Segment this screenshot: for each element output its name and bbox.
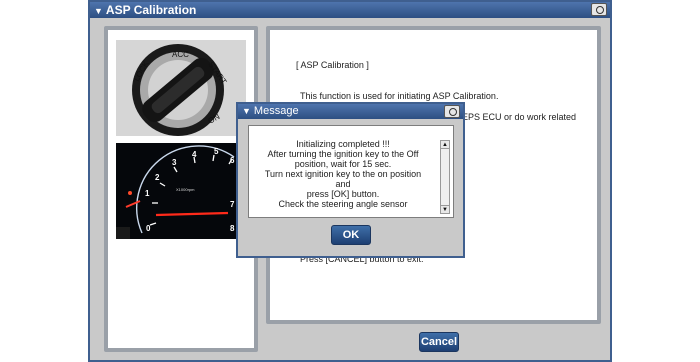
window-titlebar[interactable]: ▼ ASP Calibration (90, 2, 610, 18)
dialog-title: Message (253, 105, 299, 117)
ok-button[interactable]: OK (331, 225, 371, 245)
scroll-up-icon[interactable]: ▲ (441, 141, 449, 149)
message-line: Check the steering angle sensor (278, 199, 408, 209)
dialog-restore-icon[interactable] (444, 105, 460, 118)
gauge-label-7: 7 (230, 200, 235, 209)
message-dialog: ▼ Message Initializing completed !!! Afte… (236, 102, 465, 258)
window-title: ASP Calibration (105, 3, 197, 17)
window-restore-icon[interactable] (591, 3, 607, 16)
gauge-unit-label: X1000rpm (176, 187, 195, 192)
scroll-down-icon[interactable]: ▼ (441, 205, 449, 213)
instructions-line-1: This function is used for initiating ASP… (300, 91, 499, 101)
message-text-box[interactable]: Initializing completed !!! After turning… (248, 125, 454, 218)
image-panel: LOCK ACC START ON 1 2 3 4 5 6 7 8 0 X100… (104, 26, 258, 352)
gauge-label-4: 4 (192, 150, 197, 159)
gauge-label-6: 6 (230, 156, 235, 165)
ignition-switch-image: LOCK ACC START ON (116, 40, 246, 136)
message-scrollbar[interactable]: ▲ ▼ (440, 140, 450, 214)
gauge-label-5: 5 (214, 147, 219, 156)
gauge-label-1: 1 (145, 189, 150, 198)
gauge-label-3: 3 (172, 158, 177, 167)
dialog-menu-icon[interactable]: ▼ (242, 104, 251, 119)
message-line: Initializing completed !!! (296, 139, 390, 149)
instructions-line-2: EPS ECU or do work related (462, 112, 577, 122)
message-line: press [OK] button. (306, 189, 380, 199)
tachometer-image: 1 2 3 4 5 6 7 8 0 X1000rpm (116, 143, 246, 239)
window-menu-icon[interactable]: ▼ (94, 3, 103, 19)
message-line: Turn next ignition key to the on positio… (264, 169, 422, 179)
gauge-label-8: 8 (230, 224, 235, 233)
message-line: position, wait for 15 sec. (294, 159, 392, 169)
message-text: Initializing completed !!! After turning… (249, 139, 437, 209)
dialog-titlebar[interactable]: ▼ Message (238, 104, 463, 119)
instructions-heading: [ ASP Calibration ] (296, 60, 369, 70)
cancel-button[interactable]: Cancel (419, 332, 459, 352)
ignition-label-acc: ACC (172, 50, 189, 59)
message-line: After turning the ignition key to the Of… (267, 149, 419, 159)
gauge-label-0: 0 (146, 224, 151, 233)
message-line: and (335, 179, 351, 189)
gauge-label-2: 2 (155, 173, 160, 182)
